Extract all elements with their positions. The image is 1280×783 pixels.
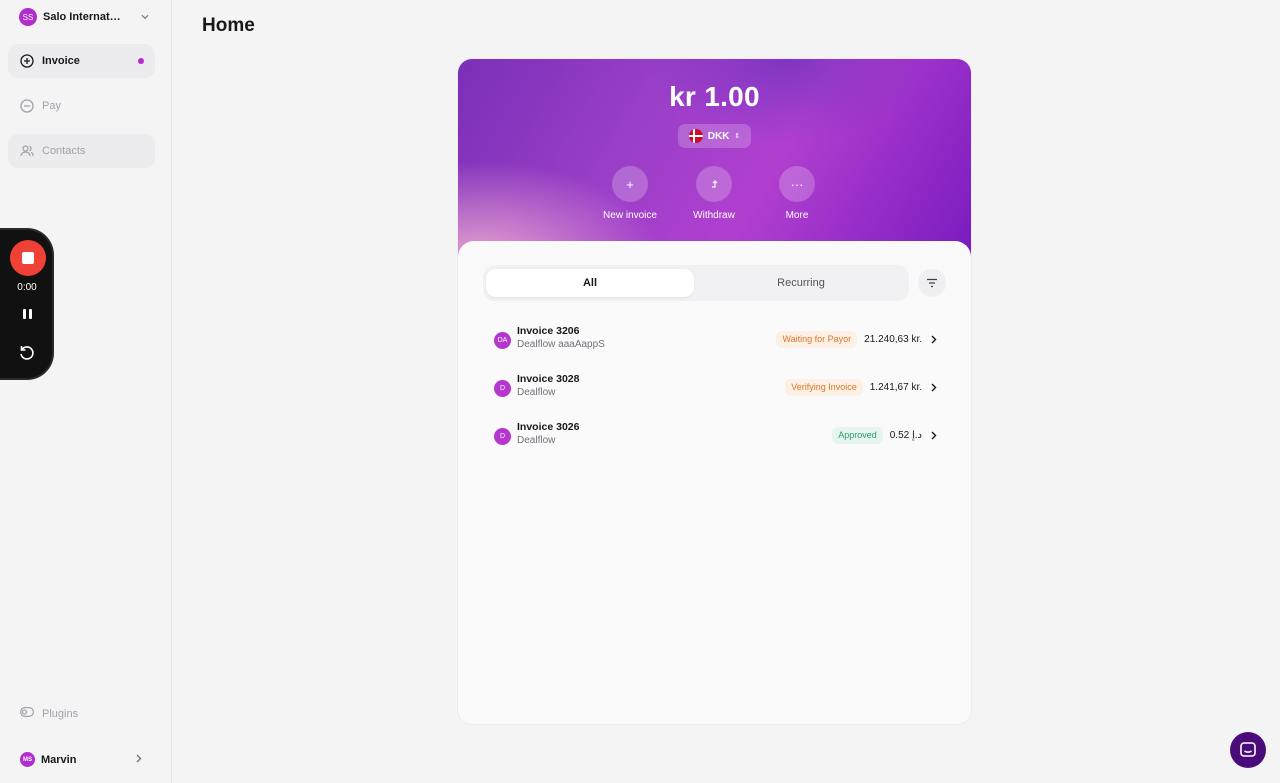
chat-icon [1240, 742, 1256, 757]
more-button[interactable]: ··· More [757, 166, 837, 221]
invoice-row[interactable]: DA Invoice 3206 Dealflow aaaAappS Waitin… [493, 325, 939, 359]
pause-button[interactable] [19, 305, 35, 323]
minus-circle-icon [20, 99, 34, 113]
new-invoice-label: New invoice [603, 210, 657, 221]
withdraw-label: Withdraw [693, 210, 735, 221]
avatar: DA [494, 332, 511, 349]
restart-icon [20, 346, 34, 360]
tab-all[interactable]: All [486, 269, 694, 297]
sidebar-item-pay[interactable]: Pay [8, 89, 155, 123]
screen-recorder: 0:00 [0, 228, 54, 380]
status-badge: Verifying Invoice [785, 378, 863, 396]
new-invoice-button[interactable]: + New invoice [590, 166, 670, 221]
page-title: Home [202, 15, 255, 36]
sidebar-item-label: Contacts [42, 145, 86, 157]
balance-hero: kr 1.00 DKK ⇕ + New invoice Withdraw ···… [458, 59, 971, 259]
filter-icon [927, 278, 937, 288]
more-label: More [785, 210, 809, 221]
withdraw-icon [696, 166, 732, 202]
chevron-right-icon [929, 334, 939, 344]
invoice-row[interactable]: D Invoice 3026 Dealflow Approved د.إ 0.5… [493, 421, 939, 455]
invoice-title: Invoice 3028 [517, 373, 580, 385]
invoice-panel: All Recurring DA Invoice 3206 Dealflow a… [458, 241, 971, 724]
balance-amount: kr 1.00 [669, 81, 760, 112]
tab-recurring[interactable]: Recurring [697, 269, 905, 297]
support-chat-button[interactable] [1230, 732, 1266, 768]
more-icon: ··· [779, 166, 815, 202]
chevron-right-icon [929, 430, 939, 440]
stop-icon [22, 252, 34, 264]
plus-circle-icon [20, 54, 34, 68]
invoice-title: Invoice 3206 [517, 325, 580, 337]
invoice-contact: Dealflow [517, 435, 556, 446]
status-badge: Approved [832, 426, 883, 444]
currency-code: DKK [707, 130, 730, 142]
invoice-contact: Dealflow aaaAappS [517, 339, 605, 350]
wallet-card: kr 1.00 DKK ⇕ + New invoice Withdraw ···… [458, 59, 971, 724]
invoice-amount: 21.240,63 kr. [864, 333, 922, 345]
currency-selector[interactable]: DKK ⇕ [678, 124, 751, 148]
sidebar-item-label: Invoice [42, 55, 80, 67]
invoice-row[interactable]: D Invoice 3028 Dealflow Verifying Invoic… [493, 373, 939, 407]
chevron-down-icon [141, 13, 149, 21]
sidebar: SS Salo International Invoice Pay Contac… [0, 0, 172, 783]
users-icon [20, 144, 34, 158]
avatar: MS [20, 752, 35, 767]
notification-dot [138, 58, 144, 64]
sidebar-item-label: Pay [42, 100, 61, 112]
sidebar-item-invoice[interactable]: Invoice [8, 44, 155, 78]
invoice-title: Invoice 3026 [517, 421, 580, 433]
org-switcher[interactable]: SS Salo International [19, 8, 149, 26]
tab-group: All Recurring [483, 265, 909, 301]
toggle-icon [20, 707, 35, 720]
stop-recording-button[interactable] [10, 240, 46, 276]
org-name: Salo International [43, 11, 123, 23]
invoice-contact: Dealflow [517, 387, 556, 398]
status-badge: Waiting for Payor [776, 330, 858, 348]
recording-timer: 0:00 [17, 282, 37, 293]
restart-button[interactable] [17, 343, 37, 363]
plus-icon: + [612, 166, 648, 202]
chevron-right-icon [929, 382, 939, 392]
user-name: Marvin [41, 753, 77, 766]
user-menu[interactable]: MS Marvin [20, 752, 142, 767]
org-avatar: SS [19, 8, 37, 26]
plugins-label: Plugins [42, 707, 79, 720]
updown-chevron-icon: ⇕ [734, 133, 741, 140]
sidebar-item-contacts[interactable]: Contacts [8, 134, 155, 168]
invoice-amount: د.إ 0.52 [889, 429, 922, 441]
withdraw-button[interactable]: Withdraw [674, 166, 754, 221]
pause-icon [22, 309, 26, 319]
avatar: D [494, 428, 511, 445]
denmark-flag-icon [688, 129, 703, 143]
invoice-amount: 1.241,67 kr. [869, 381, 922, 393]
avatar: D [494, 380, 511, 397]
chevron-right-icon [136, 754, 142, 766]
filter-button[interactable] [918, 269, 946, 297]
sidebar-item-plugins[interactable]: Plugins [20, 707, 78, 720]
